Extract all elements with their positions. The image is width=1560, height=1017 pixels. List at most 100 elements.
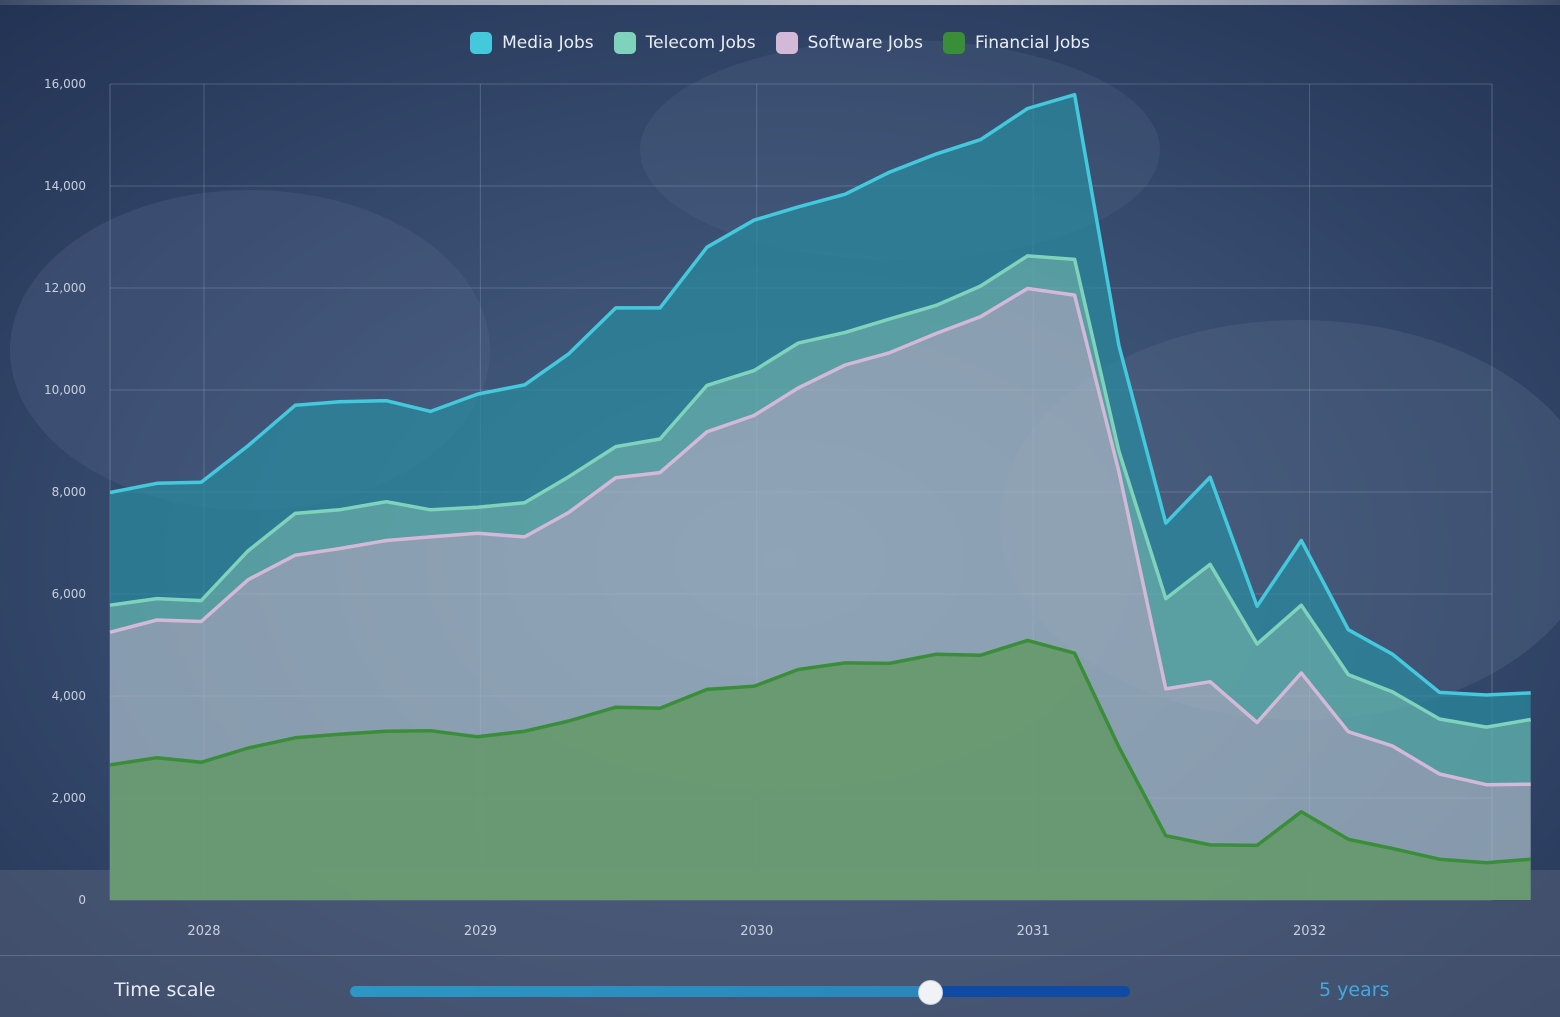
point-financial-jobs [614, 705, 618, 709]
point-telecom-jobs [567, 475, 571, 479]
legend: Media Jobs Telecom Jobs Software Jobs Fi… [0, 32, 1560, 54]
time-scale-slider[interactable] [350, 980, 1130, 1005]
point-software-jobs [1391, 744, 1395, 748]
point-financial-jobs [567, 719, 571, 723]
point-financial-jobs [658, 706, 662, 710]
x-tick-label: 2029 [464, 924, 497, 939]
y-tick-label: 12,000 [44, 281, 86, 295]
y-tick-label: 4,000 [52, 689, 86, 703]
point-media-jobs [1391, 652, 1395, 656]
point-software-jobs [1346, 730, 1350, 734]
point-media-jobs [1346, 628, 1350, 632]
point-financial-jobs [476, 735, 480, 739]
point-media-jobs [1485, 693, 1489, 697]
legend-item-software[interactable]: Software Jobs [775, 32, 923, 54]
point-financial-jobs [1255, 843, 1259, 847]
point-media-jobs [293, 403, 297, 407]
point-software-jobs [567, 510, 571, 514]
point-media-jobs [155, 481, 159, 485]
x-tick-label: 2028 [187, 924, 220, 939]
slider-thumb[interactable] [917, 980, 943, 1005]
point-software-jobs [155, 618, 159, 622]
point-financial-jobs [1073, 651, 1077, 655]
point-media-jobs [523, 383, 527, 387]
point-software-jobs [429, 535, 433, 539]
time-scale-value: 5 years [1319, 979, 1390, 1001]
point-financial-jobs [979, 653, 983, 657]
point-software-jobs [1164, 687, 1168, 691]
legend-item-media[interactable]: Media Jobs [470, 32, 594, 54]
point-financial-jobs [1026, 638, 1030, 642]
point-telecom-jobs [1164, 597, 1168, 601]
point-financial-jobs [429, 729, 433, 733]
point-software-jobs [293, 553, 297, 557]
point-media-jobs [567, 352, 571, 356]
point-software-jobs [796, 386, 800, 390]
point-media-jobs [796, 205, 800, 209]
chart-page: 0 2,000 4,000 6,000 8,000 10,000 12,000 14,000 1… [0, 0, 1560, 1017]
point-financial-jobs [1529, 857, 1533, 861]
legend-item-telecom[interactable]: Telecom Jobs [613, 32, 756, 54]
legend-item-financial[interactable]: Financial Jobs [942, 32, 1090, 54]
point-financial-jobs [1346, 837, 1350, 841]
point-telecom-jobs [887, 317, 891, 321]
point-telecom-jobs [614, 445, 618, 449]
point-financial-jobs [1208, 843, 1212, 847]
point-telecom-jobs [1391, 690, 1395, 694]
point-telecom-jobs [658, 437, 662, 441]
point-telecom-jobs [979, 284, 983, 288]
time-scale-label: Time scale [114, 979, 216, 1001]
point-telecom-jobs [1073, 257, 1077, 261]
point-telecom-jobs [705, 383, 709, 387]
point-financial-jobs [246, 746, 250, 750]
point-media-jobs [1073, 93, 1077, 97]
y-tick-label: 2,000 [52, 791, 86, 805]
point-software-jobs [1529, 782, 1533, 786]
point-financial-jobs [1117, 745, 1121, 749]
point-media-jobs [934, 152, 938, 156]
point-media-jobs [1255, 604, 1259, 608]
point-media-jobs [614, 306, 618, 310]
point-media-jobs [705, 245, 709, 249]
point-software-jobs [199, 620, 203, 624]
legend-swatch-financial [942, 32, 965, 54]
point-media-jobs [1117, 344, 1121, 348]
point-financial-jobs [705, 687, 709, 691]
point-financial-jobs [1164, 834, 1168, 838]
legend-label-media: Media Jobs [502, 33, 594, 53]
point-software-jobs [1485, 783, 1489, 787]
point-financial-jobs [934, 652, 938, 656]
point-media-jobs [752, 218, 756, 222]
point-financial-jobs [1485, 861, 1489, 865]
time-scale-footer: Time scale 5 years [0, 955, 1560, 1017]
point-telecom-jobs [337, 508, 341, 512]
y-tick-label: 10,000 [44, 383, 86, 397]
slider-fill [350, 986, 930, 997]
point-media-jobs [843, 192, 847, 196]
point-media-jobs [199, 480, 203, 484]
point-software-jobs [752, 414, 756, 418]
point-media-jobs [337, 400, 341, 404]
point-telecom-jobs [476, 505, 480, 509]
point-telecom-jobs [199, 599, 203, 603]
point-media-jobs [1438, 690, 1442, 694]
point-financial-jobs [1438, 857, 1442, 861]
x-tick-label: 2030 [740, 924, 773, 939]
point-software-jobs [934, 331, 938, 335]
point-media-jobs [246, 444, 250, 448]
point-telecom-jobs [1485, 725, 1489, 729]
point-financial-jobs [337, 732, 341, 736]
point-telecom-jobs [1117, 449, 1121, 453]
point-telecom-jobs [1026, 254, 1030, 258]
y-tick-label: 0 [78, 893, 86, 907]
point-telecom-jobs [796, 341, 800, 345]
point-software-jobs [1438, 772, 1442, 776]
y-tick-label: 14,000 [44, 179, 86, 193]
point-financial-jobs [1391, 847, 1395, 851]
point-media-jobs [476, 392, 480, 396]
stacked-area-chart: 0 2,000 4,000 6,000 8,000 10,000 12,000 14,000 1… [44, 77, 1533, 939]
point-financial-jobs [752, 684, 756, 688]
point-software-jobs [1208, 680, 1212, 684]
point-software-jobs [523, 535, 527, 539]
y-tick-label: 8,000 [52, 485, 86, 499]
